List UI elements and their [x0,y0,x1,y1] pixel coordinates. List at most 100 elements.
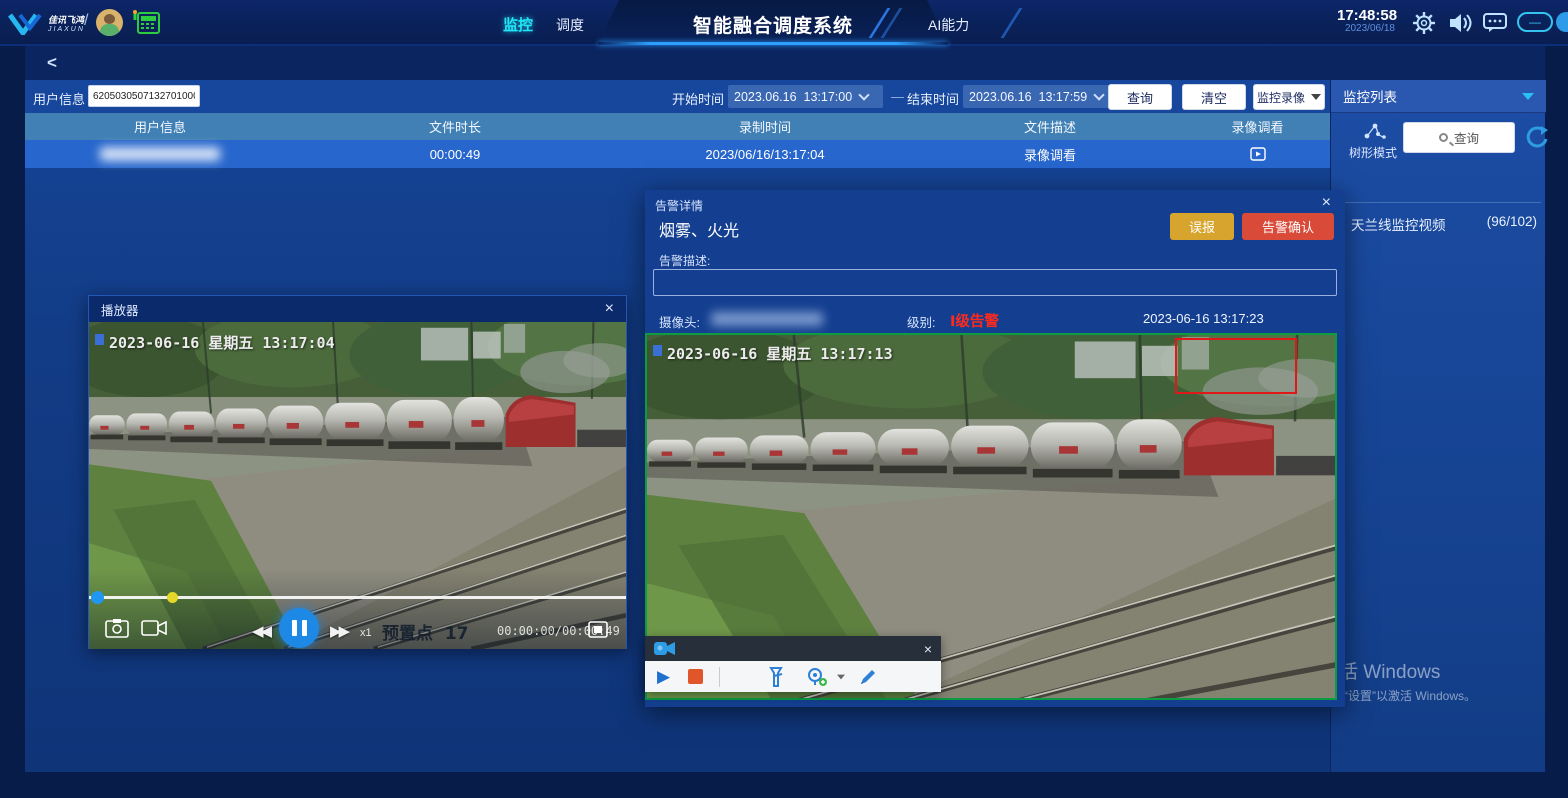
snapshot-icon[interactable] [105,618,129,638]
minimize-icon[interactable]: — [1517,12,1553,32]
clear-button[interactable]: 清空 [1182,84,1246,110]
col-view: 录像调看 [1185,117,1330,136]
redacted-user-info [100,147,220,161]
back-button[interactable]: < [47,53,57,73]
title-underline [598,42,948,45]
divider [1336,202,1541,203]
speaker-icon[interactable] [1448,12,1474,34]
detection-box [1175,338,1297,394]
gear-icon[interactable] [1412,11,1436,35]
app-screen: 佳讯飞鸿 JIAXUN / 监控 调度 告警 智能融合调度系统 AI能力 17:… [0,0,1568,798]
video-view-icon[interactable] [1250,147,1266,161]
play-icon[interactable]: ▶ [657,667,670,687]
tree-mode-label[interactable]: 树形模式 [1349,144,1397,161]
clock: 17:48:58 2023/06/18 [1337,8,1395,35]
chevron-down-icon [1311,94,1321,100]
alert-level: Ⅰ级告警 [950,310,999,331]
main-panel: < 用户信息 开始时间 2023.06.16 13:17:00 — 结束时间 2… [25,46,1545,772]
camcorder-icon [654,641,676,656]
camera-group-name[interactable]: 天兰线监控视频 [1351,214,1446,234]
camera-group-count: (96/102) [1471,214,1537,229]
false-alarm-button[interactable]: 误报 [1170,213,1234,240]
table-row[interactable]: 00:00:49 2023/06/16/13:17:04 录像调看 [25,140,1330,168]
alert-detail-dialog: 告警详情 × 烟雾、火光 误报 告警确认 告警描述: 摄像头: 级别: Ⅰ级告警… [645,190,1345,707]
speed-label: x1 [360,627,372,639]
search-button[interactable]: 查询 [1108,84,1172,110]
dialog-title: 告警详情 [655,197,703,214]
back-bar: < [25,46,1545,80]
end-time-label: 结束时间 [907,89,959,108]
range-dash: — [891,89,904,104]
tree-mode-icon[interactable] [1363,122,1387,140]
fullscreen-icon[interactable] [588,621,608,638]
redacted-camera-name [711,312,823,326]
chevron-down-icon [1522,93,1534,100]
close-icon[interactable]: × [1556,12,1568,32]
player-title-bar[interactable]: 播放器 × [89,296,626,322]
record-toolbar-body: ▶ [645,661,941,692]
tab-ai[interactable]: AI能力 [928,15,969,35]
divider [719,667,720,687]
cell-duration: 00:00:49 [295,147,615,162]
camera-label: 摄像头: [659,312,700,331]
pause-button[interactable] [279,608,319,648]
alert-video-timestamp: 2023-06-16 星期五 13:17:13 [667,343,893,364]
search-icon [1439,133,1448,142]
close-icon[interactable]: × [605,301,614,317]
cell-description: 录像调看 [915,145,1185,164]
query-bar: 用户信息 开始时间 2023.06.16 13:17:00 — 结束时间 202… [25,80,1330,113]
col-duration: 文件时长 [295,117,615,136]
alert-time: 2023-06-16 13:17:23 [1143,311,1264,326]
player-video[interactable]: 2023-06-16 星期五 13:17:04 ◀◀ ▶▶ x1 预置点 17 [89,322,626,649]
brand-divider: / [84,12,88,30]
pencil-icon[interactable] [858,667,878,687]
end-time-field[interactable]: 2023.06.16 13:17:59 [963,85,1118,108]
table-header: 用户信息 文件时长 录制时间 文件描述 录像调看 [25,113,1330,140]
tab-dispatch[interactable]: 调度 [556,15,584,35]
chevron-down-icon [1094,89,1105,100]
player-window: 播放器 × 2023-06-16 星期五 13:17:04 [88,295,627,649]
player-video-timestamp: 2023-06-16 星期五 13:17:04 [109,332,335,353]
tab-monitor[interactable]: 监控 [503,14,533,35]
cell-record-time: 2023/06/16/13:17:04 [615,147,915,162]
phone-icon[interactable] [130,10,162,36]
osd-chip [653,345,662,356]
brand-text: 佳讯飞鸿 JIAXUN [48,16,85,34]
seek-handle[interactable] [91,591,104,604]
alarm-marker-dot [167,592,178,603]
forward-icon[interactable]: ▶▶ [330,622,347,640]
osd-chip [95,334,104,345]
chevron-down-icon[interactable] [837,674,845,679]
avatar[interactable] [96,9,123,36]
rewind-icon[interactable]: ◀◀ [252,622,269,640]
monitor-video-dropdown[interactable]: 监控录像 [1253,84,1325,110]
record-toolbar-header[interactable]: × [645,636,941,661]
message-icon[interactable] [1483,13,1507,33]
col-description: 文件描述 [915,117,1185,136]
record-toolbar: × ▶ [645,636,941,692]
logo-v-icon [8,13,46,35]
user-info-label: 用户信息 [33,89,85,108]
col-record-time: 录制时间 [615,117,915,136]
sidebar-search-button[interactable]: 查询 [1403,122,1515,153]
alert-desc-textarea[interactable] [653,269,1337,296]
chevron-down-icon [859,89,870,100]
sidebar-header[interactable]: 监控列表 [1331,80,1546,113]
camcorder-icon[interactable] [141,619,167,637]
alert-type: 烟雾、火光 [659,217,739,241]
close-icon[interactable]: × [1322,195,1331,211]
refresh-icon[interactable] [1523,124,1550,151]
alarm-confirm-button[interactable]: 告警确认 [1242,213,1334,240]
col-user-info: 用户信息 [25,117,295,136]
decor-slash [1001,8,1023,38]
close-icon[interactable]: × [924,641,932,657]
stop-icon[interactable] [688,669,703,684]
alert-desc-label: 告警描述: [659,252,710,269]
webcam-add-icon[interactable] [806,667,828,687]
level-label: 级别: [907,312,935,331]
tool-icon[interactable] [768,667,784,687]
user-info-input[interactable] [88,85,200,107]
preset-osd: 预置点 17 [382,619,469,644]
start-time-field[interactable]: 2023.06.16 13:17:00 [728,85,883,108]
start-time-label: 开始时间 [672,89,724,108]
